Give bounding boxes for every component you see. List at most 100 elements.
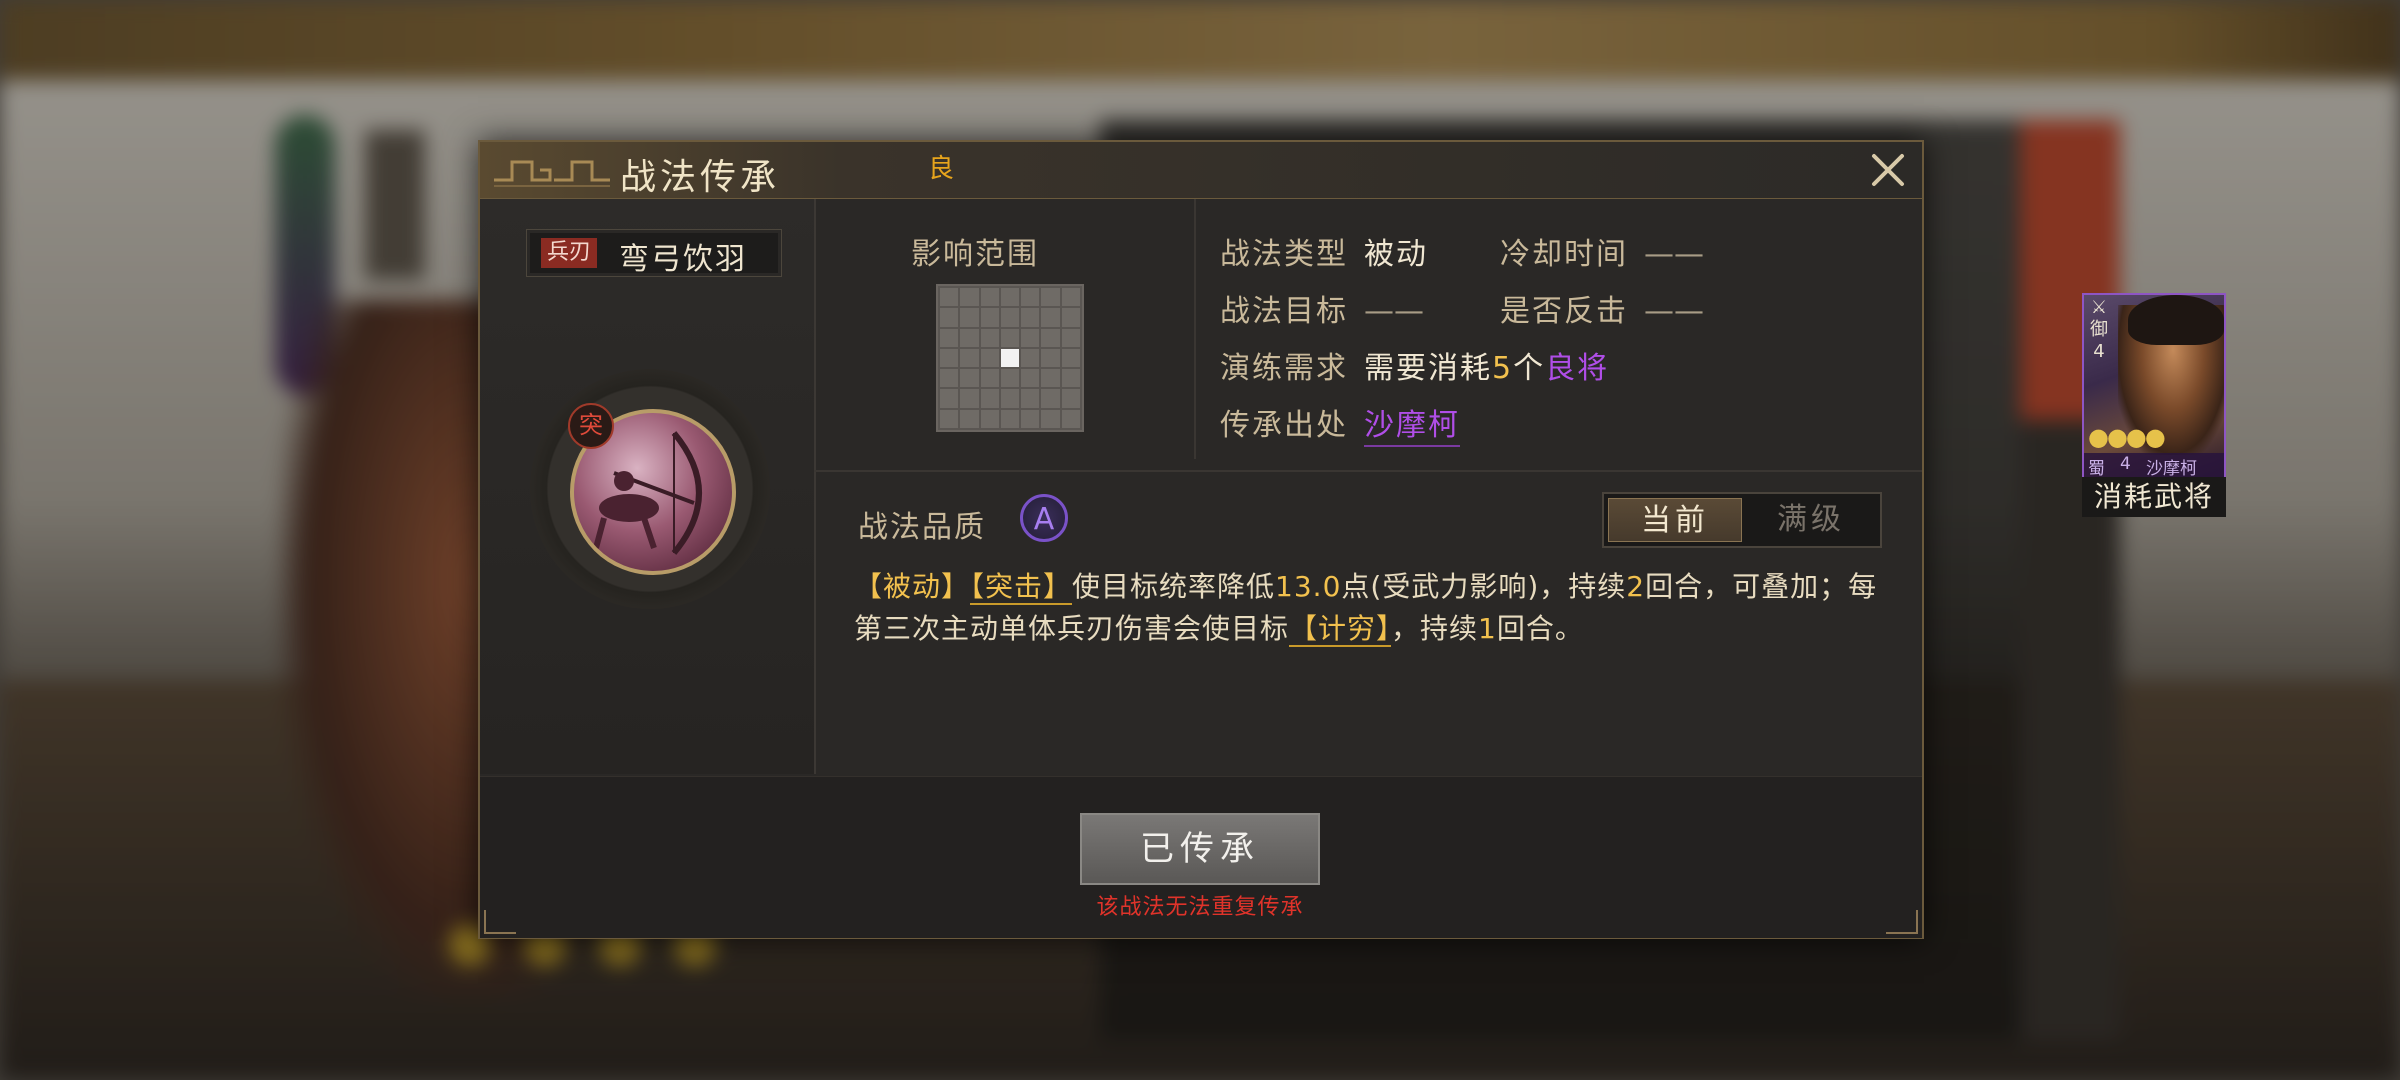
- range-cell: [1000, 348, 1020, 368]
- range-cell: [1021, 328, 1040, 347]
- range-cell: [1021, 308, 1040, 327]
- range-cell: [1041, 409, 1060, 428]
- range-cell: [1000, 409, 1020, 428]
- target-label: 战法目标: [1220, 294, 1348, 329]
- range-cell: [960, 288, 979, 307]
- cooldown-label: 冷却时间: [1500, 237, 1628, 272]
- info-origin-row: 传承出处 沙摩柯: [1220, 400, 1460, 447]
- range-cell: [1000, 389, 1020, 408]
- range-cell: [980, 308, 999, 327]
- range-cell: [940, 389, 959, 408]
- desc-num-2: 2: [1626, 570, 1646, 603]
- counter-value: ——: [1644, 294, 1704, 329]
- range-cell: [1021, 348, 1040, 368]
- range-cell: [1061, 328, 1080, 347]
- faction-label: 蜀: [2088, 459, 2105, 479]
- range-cell: [1061, 369, 1080, 388]
- hero-card-footer: 蜀 4 沙摩柯: [2084, 453, 2224, 477]
- desc-text-1: 使目标统率降低: [1072, 570, 1276, 603]
- range-cell: [1041, 288, 1060, 307]
- desc-tag-passive: 【被动】: [854, 570, 971, 603]
- range-cell: [940, 288, 959, 307]
- corner-ornament-right: [1886, 910, 1918, 934]
- assault-kind-badge: 突: [568, 403, 614, 449]
- dialog-footer: 已传承 该战法无法重复传承: [480, 776, 1922, 938]
- troop-type-icon: 御: [2090, 319, 2108, 340]
- divider: [1194, 199, 1196, 459]
- range-cell: [960, 369, 979, 388]
- train-value: 需要消耗5个良将: [1364, 351, 1609, 386]
- range-cell: [1061, 348, 1080, 368]
- range-cell: [1021, 288, 1040, 307]
- desc-text-4: ，持续: [1391, 612, 1479, 645]
- inherited-button[interactable]: 已传承: [1080, 813, 1320, 885]
- type-value: 被动: [1364, 237, 1428, 272]
- train-label: 演练需求: [1220, 351, 1348, 386]
- hero-cost: 4: [2120, 454, 2131, 474]
- range-cell: [960, 409, 979, 428]
- range-cell: [1041, 308, 1060, 327]
- range-cell: [940, 308, 959, 327]
- range-cell: [1061, 288, 1080, 307]
- range-cell: [1041, 389, 1060, 408]
- range-cell: [1021, 389, 1040, 408]
- hero-card-icons: ⚔ 御 4: [2088, 297, 2110, 363]
- desc-num-1: 13.0: [1275, 570, 1342, 603]
- corner-ornament-left: [484, 910, 516, 934]
- skill-name-plate: 兵刃 弯弓饮羽: [526, 229, 782, 277]
- desc-text-5: 回合。: [1496, 612, 1584, 645]
- type-label: 战法类型: [1220, 237, 1348, 272]
- range-cell: [960, 389, 979, 408]
- origin-label: 传承出处: [1220, 408, 1348, 443]
- range-cell: [980, 369, 999, 388]
- counter-label: 是否反击: [1500, 294, 1628, 329]
- weapon-type-tag: 兵刃: [541, 238, 598, 268]
- consume-hero-caption: 消耗武将: [2082, 477, 2226, 517]
- skill-summary-panel: 兵刃 弯弓饮羽 突: [480, 199, 816, 774]
- range-cell: [980, 288, 999, 307]
- desc-tag-exhaust[interactable]: 【计穷】: [1289, 612, 1392, 647]
- skill-name: 弯弓饮羽: [619, 242, 747, 277]
- info-type-row: 战法类型 被动: [1220, 229, 1428, 273]
- train-mid: 个: [1513, 351, 1546, 386]
- range-cell: [1061, 308, 1080, 327]
- title-bar: 战法传承 良: [480, 142, 1922, 199]
- range-cell: [1000, 288, 1020, 307]
- range-label: 影响范围: [911, 237, 1039, 272]
- skill-emblem: 突: [530, 369, 770, 609]
- desc-text-2: 点(受武力影响)，持续: [1341, 570, 1627, 603]
- info-target-row: 战法目标 ——: [1220, 286, 1424, 330]
- tab-current[interactable]: 当前: [1608, 498, 1742, 542]
- range-cell: [1061, 389, 1080, 408]
- range-cell: [1041, 328, 1060, 347]
- skill-description: 【被动】【突击】使目标统率降低13.0点(受武力影响)，持续2回合，可叠加；每第…: [854, 566, 1894, 650]
- range-grid: [936, 284, 1084, 432]
- tab-max-level[interactable]: 满级: [1744, 498, 1878, 542]
- range-cell: [980, 328, 999, 347]
- skill-info-area: 影响范围 战法类型 被动 冷却时间 —— 战法目标 —— 是否反击 —— 演练需求 需要消…: [816, 199, 2226, 517]
- desc-num-3: 1: [1478, 612, 1497, 645]
- quality-grade-badge: A: [1020, 494, 1068, 542]
- range-cell: [940, 369, 959, 388]
- range-cell: [1000, 308, 1020, 327]
- target-value: ——: [1364, 294, 1424, 329]
- desc-tag-assault[interactable]: 【突击】: [970, 570, 1073, 605]
- hero-hair: [2128, 295, 2224, 345]
- origin-hero-link[interactable]: 沙摩柯: [1364, 408, 1460, 447]
- info-train-row: 演练需求 需要消耗5个良将: [1220, 343, 1609, 387]
- range-cell: [1041, 369, 1060, 388]
- train-count: 5: [1492, 351, 1514, 386]
- train-unit: 良将: [1545, 351, 1610, 386]
- dialog-title: 战法传承: [620, 157, 781, 198]
- range-cell: [1000, 369, 1020, 388]
- close-icon[interactable]: [1868, 150, 1908, 190]
- level-toggle: 当前 满级: [1602, 492, 1882, 548]
- ornament-icon: [494, 160, 610, 187]
- range-cell: [1000, 328, 1020, 347]
- hero-card[interactable]: ⚔ 御 4 ●●●● 蜀 4 沙摩柯: [2082, 293, 2226, 479]
- hero-stars: ●●●●: [2088, 423, 2166, 451]
- range-cell: [940, 348, 959, 368]
- troop-level: 4: [2093, 341, 2105, 362]
- range-cell: [960, 308, 979, 327]
- quality-rank-badge: 良: [928, 154, 955, 184]
